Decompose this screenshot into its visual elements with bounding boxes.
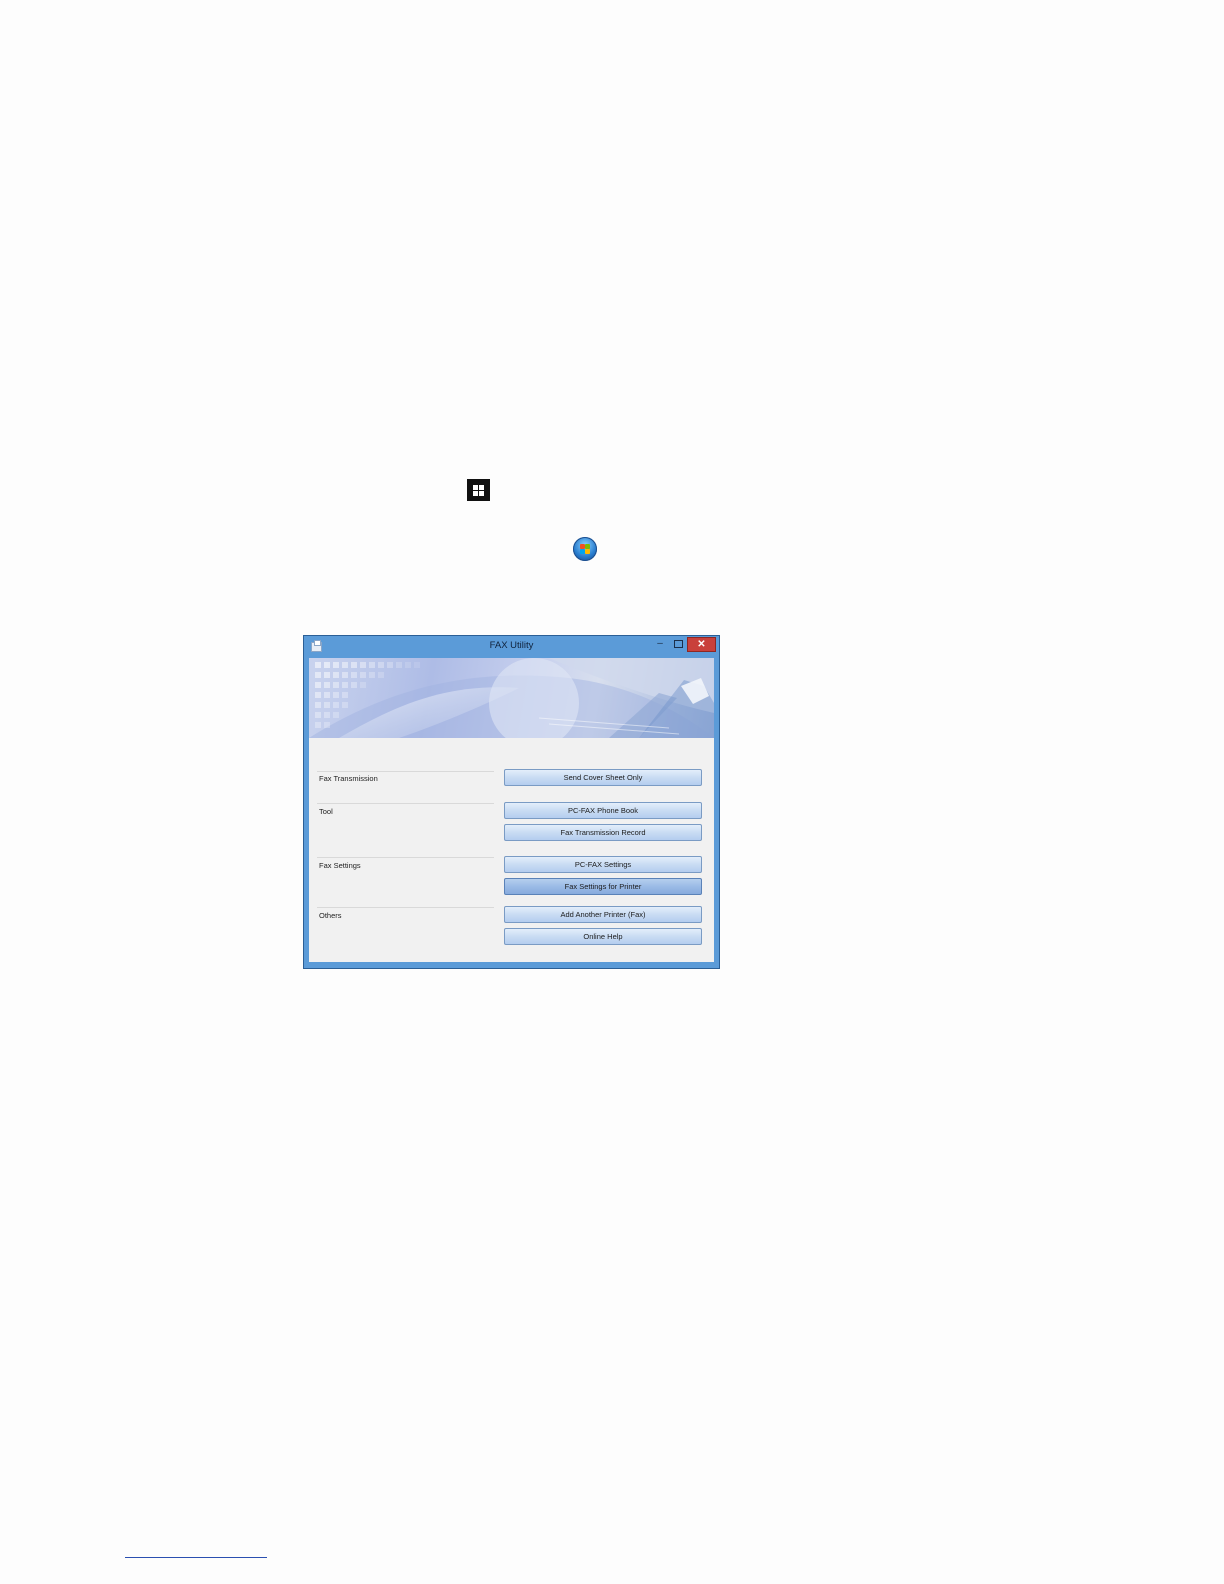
close-button[interactable]: ✕ [687, 637, 716, 652]
title-bar: FAX Utility – ✕ [304, 636, 719, 658]
minimize-button[interactable]: – [652, 637, 668, 652]
fax-transmission-record-button[interactable]: Fax Transmission Record [504, 824, 702, 841]
section-divider [317, 771, 494, 772]
section-label-fax-transmission: Fax Transmission [319, 774, 378, 783]
section-divider [317, 803, 494, 804]
section-label-tool: Tool [319, 807, 333, 816]
windows-8-start-icon [467, 479, 490, 501]
add-another-printer-button[interactable]: Add Another Printer (Fax) [504, 906, 702, 923]
footer-link-underline [125, 1557, 267, 1558]
pc-fax-settings-button[interactable]: PC-FAX Settings [504, 856, 702, 873]
send-cover-sheet-only-button[interactable]: Send Cover Sheet Only [504, 769, 702, 786]
section-divider [317, 857, 494, 858]
fax-settings-for-printer-button[interactable]: Fax Settings for Printer [504, 878, 702, 895]
section-label-fax-settings: Fax Settings [319, 861, 361, 870]
section-label-others: Others [319, 911, 342, 920]
banner-image [309, 658, 714, 738]
section-divider [317, 907, 494, 908]
window-content: Fax Transmission Send Cover Sheet Only T… [309, 658, 714, 962]
pc-fax-phone-book-button[interactable]: PC-FAX Phone Book [504, 802, 702, 819]
online-help-button[interactable]: Online Help [504, 928, 702, 945]
fax-utility-window: FAX Utility – ✕ Fax Transmission Send Co… [303, 635, 720, 969]
windows-7-start-orb-icon [573, 537, 597, 561]
maximize-button[interactable] [670, 637, 686, 652]
